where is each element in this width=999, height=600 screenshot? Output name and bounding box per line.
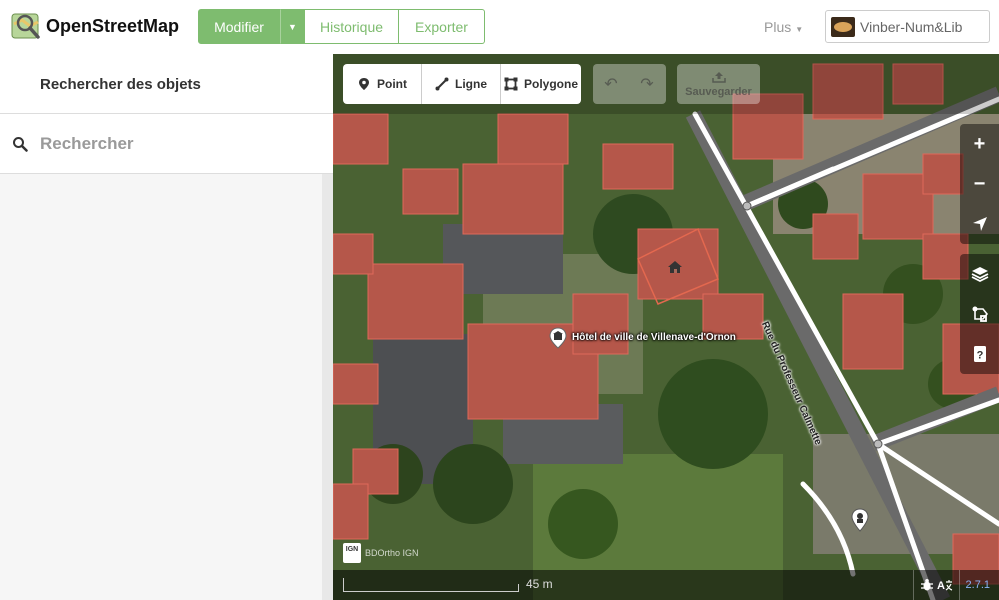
edit-button[interactable]: Modifier [198,9,280,44]
poi-label: Hôtel de ville de Villenave-d'Ornon [572,332,736,343]
aerial-imagery [333,54,999,600]
search-input[interactable] [40,132,320,156]
house-icon[interactable] [667,259,683,275]
zoom-in-button[interactable]: + [960,124,999,164]
caret-down-icon: ▼ [795,25,804,34]
svg-text:?: ? [976,350,983,362]
upload-icon [711,71,726,83]
help-button[interactable]: ? [960,334,999,374]
polygon-icon [504,77,518,91]
add-polygon-label: Polygone [523,77,578,91]
history-button[interactable]: Historique [304,9,399,44]
svg-text:A: A [937,580,945,592]
point-icon [359,78,369,90]
layers-icon [971,267,988,283]
brand-link[interactable]: OpenStreetMap [10,9,179,43]
more-label: Plus [764,19,792,35]
map-data-icon [972,306,988,322]
edit-button-group: Modifier ▼ Historique Exporter [198,9,485,44]
redo-icon: ↷ [640,76,654,93]
map-footer: 45 m A 2.7.1 [333,570,999,600]
ign-logo: IGN [343,543,361,563]
geolocate-icon [972,217,987,231]
top-navbar: OpenStreetMap Modifier ▼ Historique Expo… [0,0,999,54]
geolocate-button[interactable] [960,204,999,244]
footer-controls: A 2.7.1 [912,570,999,600]
plus-icon: + [973,132,986,155]
attribution-text: BDOrtho IGN [365,548,419,558]
map-tool-controls: ? [960,254,999,374]
zoom-controls: + − [960,124,999,244]
add-point-label: Point [377,77,407,91]
osm-logo-icon [11,13,40,39]
line-icon [435,77,449,91]
sidebar-results-pane [0,174,333,600]
scale-bar[interactable] [343,578,519,592]
translate-icon: A [937,580,952,592]
brand-name: OpenStreetMap [46,15,180,36]
undo-button[interactable]: ↶ [593,64,629,104]
avatar [831,16,855,37]
search-icon [13,137,28,152]
caret-down-icon: ▼ [288,21,297,32]
search-row [0,114,333,173]
user-name: Vinber-Num&Lib [860,18,963,35]
save-button[interactable]: Sauvegarder [677,64,760,104]
issues-button[interactable]: A [912,570,959,600]
user-menu[interactable]: Vinber-Num&Lib [825,10,990,43]
bug-icon [920,579,933,591]
add-point-button[interactable]: Point [343,64,422,104]
zoom-out-button[interactable]: − [960,164,999,204]
map-pin-icon[interactable] [851,508,869,532]
town-hall-pin-icon[interactable] [549,327,567,349]
scale-label: 45 m [526,577,553,591]
sidebar-title: Rechercher des objets [40,76,201,93]
map-view[interactable]: Rue du Professeur Calmette Hôtel de vill… [333,54,999,600]
add-feature-group: Point Ligne Polygone [343,64,581,104]
add-line-label: Ligne [455,77,487,91]
imagery-attribution[interactable]: IGN BDOrtho IGN [343,543,419,563]
add-polygon-button[interactable]: Polygone [501,64,581,104]
help-icon: ? [973,346,986,362]
sidebar: Rechercher des objets [0,54,333,600]
undo-icon: ↶ [604,76,618,93]
more-menu[interactable]: Plus ▼ [764,19,803,35]
add-line-button[interactable]: Ligne [422,64,501,104]
scale-tick [518,584,519,592]
background-layers-button[interactable] [960,254,999,294]
undo-redo-group: ↶ ↷ [593,64,666,104]
export-button[interactable]: Exporter [399,9,485,44]
sidebar-scrollbar[interactable] [322,174,333,600]
redo-button[interactable]: ↷ [629,64,665,104]
edit-toolbar: Point Ligne Polygone ↶ ↷ Sauvegarder [333,54,999,114]
map-data-button[interactable] [960,294,999,334]
minus-icon: − [973,172,986,195]
save-label: Sauvegarder [685,85,752,98]
edit-dropdown-button[interactable]: ▼ [280,9,304,44]
version-link[interactable]: 2.7.1 [958,570,999,600]
